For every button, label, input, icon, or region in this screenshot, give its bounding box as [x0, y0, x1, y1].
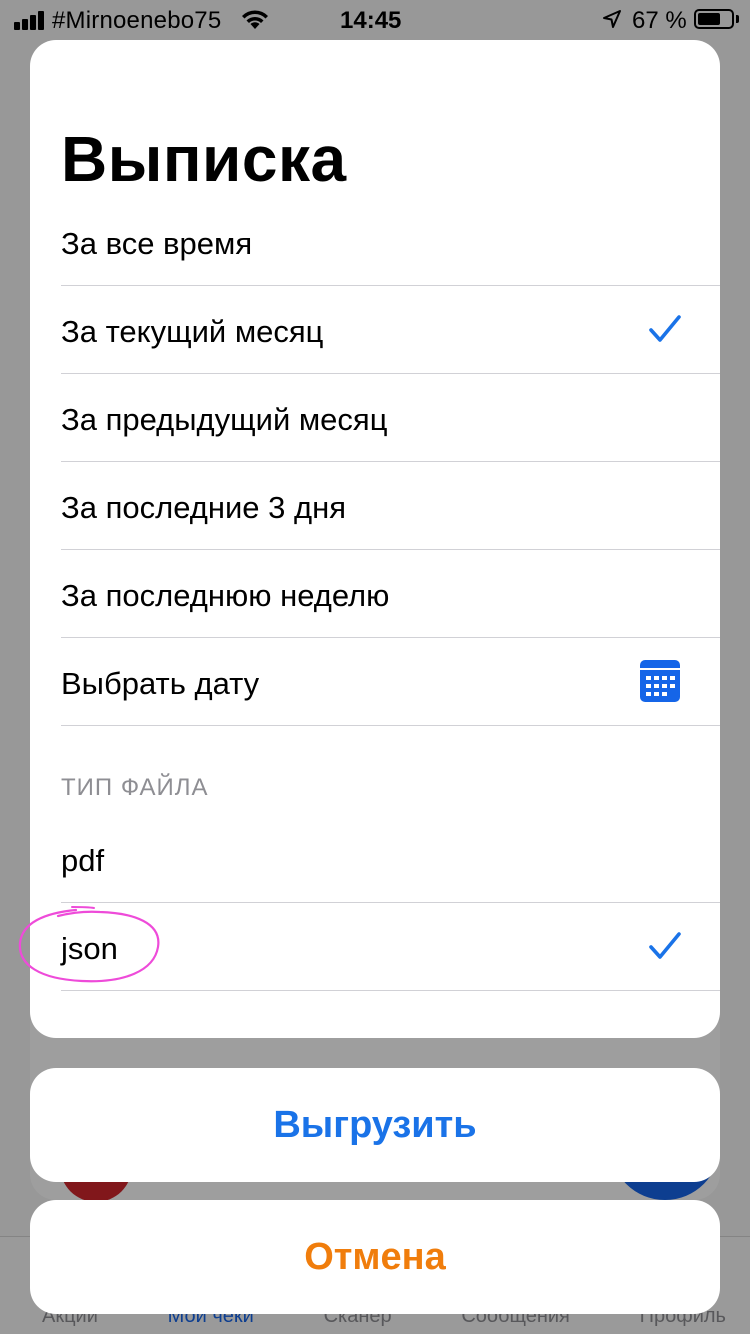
- clock: 14:45: [340, 7, 402, 34]
- status-bar: #Mirnoenebo75 14:45 67 %: [0, 0, 750, 40]
- calendar-icon[interactable]: [640, 660, 680, 702]
- period-option-current-month[interactable]: За текущий месяц: [61, 286, 720, 374]
- option-label: За текущий месяц: [61, 314, 324, 349]
- export-button[interactable]: Выгрузить: [30, 1068, 720, 1182]
- period-option-all-time[interactable]: За все время: [61, 198, 720, 286]
- carrier-name: #Mirnoenebo75: [52, 7, 222, 34]
- period-option-last-3-days[interactable]: За последние 3 дня: [61, 462, 720, 550]
- checkmark-icon: [649, 932, 681, 959]
- option-label: json: [61, 931, 118, 966]
- statement-sheet: Выписка За все время За текущий месяц За…: [30, 40, 720, 1038]
- file-type-list: pdf json: [30, 815, 720, 991]
- sheet-title: Выписка: [61, 123, 347, 195]
- period-option-list: За все время За текущий месяц За предыду…: [30, 198, 720, 726]
- option-label: За последние 3 дня: [61, 490, 346, 525]
- period-option-choose-date[interactable]: Выбрать дату: [61, 638, 720, 726]
- location-arrow-icon: [603, 10, 621, 28]
- file-type-section-header: ТИП ФАЙЛА: [61, 774, 209, 801]
- option-label: Выбрать дату: [61, 666, 260, 701]
- battery-tip: [736, 15, 739, 23]
- battery-icon: [694, 9, 734, 29]
- cancel-button[interactable]: Отмена: [30, 1200, 720, 1314]
- period-option-previous-month[interactable]: За предыдущий месяц: [61, 374, 720, 462]
- wifi-icon: [242, 10, 268, 29]
- checkmark-icon: [649, 315, 681, 342]
- battery-percentage: 67 %: [632, 7, 687, 34]
- period-option-last-week[interactable]: За последнюю неделю: [61, 550, 720, 638]
- option-label: За все время: [61, 226, 253, 261]
- option-label: За последнюю неделю: [61, 578, 390, 613]
- option-label: pdf: [61, 843, 105, 878]
- file-type-option-json[interactable]: json: [61, 903, 720, 991]
- option-label: За предыдущий месяц: [61, 402, 388, 437]
- file-type-option-pdf[interactable]: pdf: [61, 815, 720, 903]
